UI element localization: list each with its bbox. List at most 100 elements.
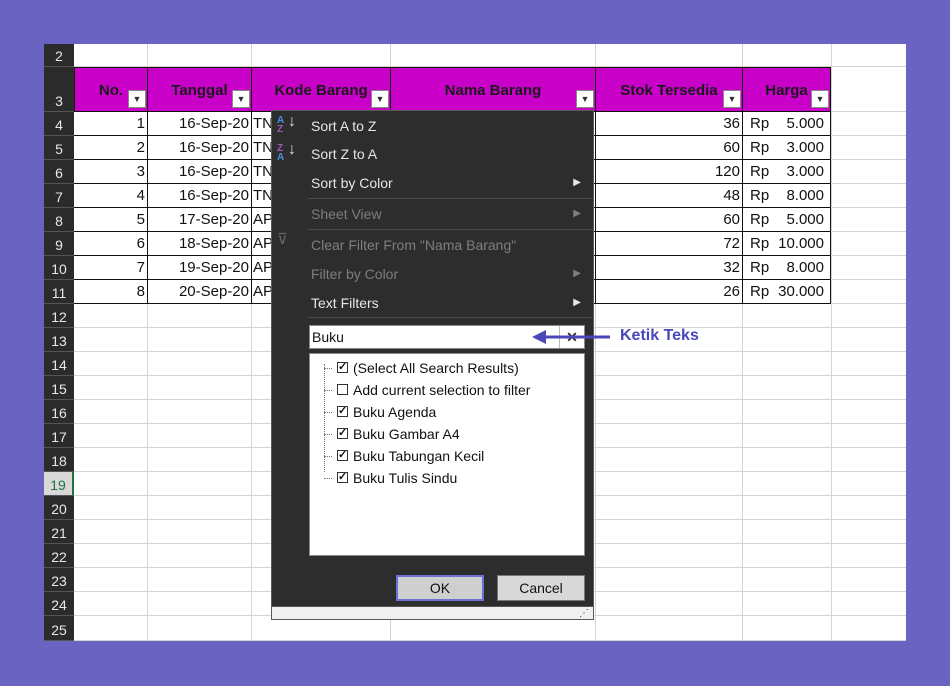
checkbox-unchecked-icon[interactable] [337,384,348,395]
row-header-18[interactable]: 18 [44,448,74,472]
row-header-15[interactable]: 15 [44,376,74,400]
cell-harga[interactable]: Rp 8.000 [742,256,831,280]
cell-stok[interactable]: 48 [595,184,743,208]
menu-item-sheet-view: Sheet View ▶ [272,201,593,227]
filter-list-label: Buku Gambar A4 [353,426,460,442]
menu-item-label: Sheet View [311,206,382,222]
submenu-arrow-icon: ▶ [573,268,581,279]
checkbox-checked-icon[interactable]: ✓ [337,450,348,461]
row-header-17[interactable]: 17 [44,424,74,448]
tree-line [324,434,332,436]
cell-harga[interactable]: Rp 5.000 [742,112,831,136]
cell-stok[interactable]: 60 [595,136,743,160]
cell-tanggal[interactable]: 19-Sep-20 [147,256,252,280]
cell-harga[interactable]: Rp 5.000 [742,208,831,232]
cell-tanggal[interactable]: 16-Sep-20 [147,184,252,208]
filter-dropdown-harga[interactable]: ▼ [811,90,829,108]
row-header-11[interactable]: 11 [44,280,74,304]
price-value: 30.000 [778,283,824,300]
cell-tanggal[interactable]: 18-Sep-20 [147,232,252,256]
cell-tanggal[interactable]: 16-Sep-20 [147,136,252,160]
filter-dropdown-no[interactable]: ▼ [128,90,146,108]
filter-dropdown-stok[interactable]: ▼ [723,90,741,108]
cell-no[interactable]: 2 [74,136,148,160]
row-header-22[interactable]: 22 [44,544,74,568]
menu-item-text-filters[interactable]: Text Filters ▶ [272,290,593,316]
row-header-21[interactable]: 21 [44,520,74,544]
cell-stok[interactable]: 72 [595,232,743,256]
sort-a-z-icon: A Z ↓ [277,113,296,135]
currency-label: Rp [750,163,770,180]
row-header-6[interactable]: 6 [44,160,74,184]
row-header-2[interactable]: 2 [44,44,74,67]
row-header-8[interactable]: 8 [44,208,74,232]
cell-no[interactable]: 8 [74,280,148,304]
row-header-13[interactable]: 13 [44,328,74,352]
filter-dropdown-kode[interactable]: ▼ [371,90,389,108]
row-header-3[interactable]: 3 [44,67,74,112]
menu-item-sort-a-to-z[interactable]: A Z ↓ Sort A to Z [272,113,593,139]
cell-no[interactable]: 5 [74,208,148,232]
cell-stok[interactable]: 120 [595,160,743,184]
cell-no[interactable]: 4 [74,184,148,208]
cell-tanggal[interactable]: 16-Sep-20 [147,112,252,136]
row-header-5[interactable]: 5 [44,136,74,160]
cell-harga[interactable]: Rp 8.000 [742,184,831,208]
checkbox-checked-icon[interactable]: ✓ [337,428,348,439]
row-header-10[interactable]: 10 [44,256,74,280]
cell-harga[interactable]: Rp 30.000 [742,280,831,304]
column-gridline [831,44,832,641]
menu-separator [308,198,593,199]
row-header-20[interactable]: 20 [44,496,74,520]
price-value: 5.000 [786,211,824,228]
cell-no[interactable]: 3 [74,160,148,184]
cell-no[interactable]: 1 [74,112,148,136]
cell-no[interactable]: 6 [74,232,148,256]
row-header-23[interactable]: 23 [44,568,74,592]
row-header-24[interactable]: 24 [44,592,74,616]
currency-label: Rp [750,115,770,132]
menu-item-clear-filter-from-nama-barang: ⊽ Clear Filter From "Nama Barang" [272,232,593,258]
row-header-19[interactable]: 19 [44,472,74,496]
filter-search-input[interactable] [312,327,552,347]
cell-tanggal[interactable]: 17-Sep-20 [147,208,252,232]
row-header-4[interactable]: 4 [44,112,74,136]
cell-harga[interactable]: Rp 10.000 [742,232,831,256]
cell-stok[interactable]: 26 [595,280,743,304]
cell-harga[interactable]: Rp 3.000 [742,160,831,184]
submenu-arrow-icon: ▶ [573,208,581,219]
filter-dropdown-tanggal[interactable]: ▼ [232,90,250,108]
price-value: 3.000 [786,163,824,180]
dropdown-arrow-icon: ▼ [580,94,590,104]
row-header-25[interactable]: 25 [44,616,74,641]
ok-button[interactable]: OK [396,575,484,601]
header-kode-barang: Kode Barang [251,67,391,112]
filter-value-list: ✓ (Select All Search Results) Add current … [309,353,585,556]
cell-no[interactable]: 7 [74,256,148,280]
dropdown-arrow-icon: ▼ [236,94,246,104]
price-value: 10.000 [778,235,824,252]
checkbox-checked-icon[interactable]: ✓ [337,406,348,417]
cell-tanggal[interactable]: 16-Sep-20 [147,160,252,184]
cell-stok[interactable]: 60 [595,208,743,232]
tree-line [324,478,332,480]
cell-harga[interactable]: Rp 3.000 [742,136,831,160]
cell-tanggal[interactable]: 20-Sep-20 [147,280,252,304]
row-header-12[interactable]: 12 [44,304,74,328]
cancel-button[interactable]: Cancel [497,575,585,601]
filter-list-label: Add current selection to filter [353,382,531,398]
cell-stok[interactable]: 32 [595,256,743,280]
header-stok-label: Stok Tersedia [620,82,718,99]
row-header-16[interactable]: 16 [44,400,74,424]
currency-label: Rp [750,283,770,300]
resize-grip[interactable]: ⋰ [272,606,593,619]
filter-dropdown-nama[interactable]: ▼ [576,90,594,108]
checkbox-checked-icon[interactable]: ✓ [337,472,348,483]
menu-item-sort-z-to-a[interactable]: Z A ↓ Sort Z to A [272,141,593,167]
row-header-9[interactable]: 9 [44,232,74,256]
menu-item-sort-by-color[interactable]: Sort by Color ▶ [272,170,593,196]
checkbox-checked-icon[interactable]: ✓ [337,362,348,373]
cell-stok[interactable]: 36 [595,112,743,136]
row-header-7[interactable]: 7 [44,184,74,208]
row-header-14[interactable]: 14 [44,352,74,376]
